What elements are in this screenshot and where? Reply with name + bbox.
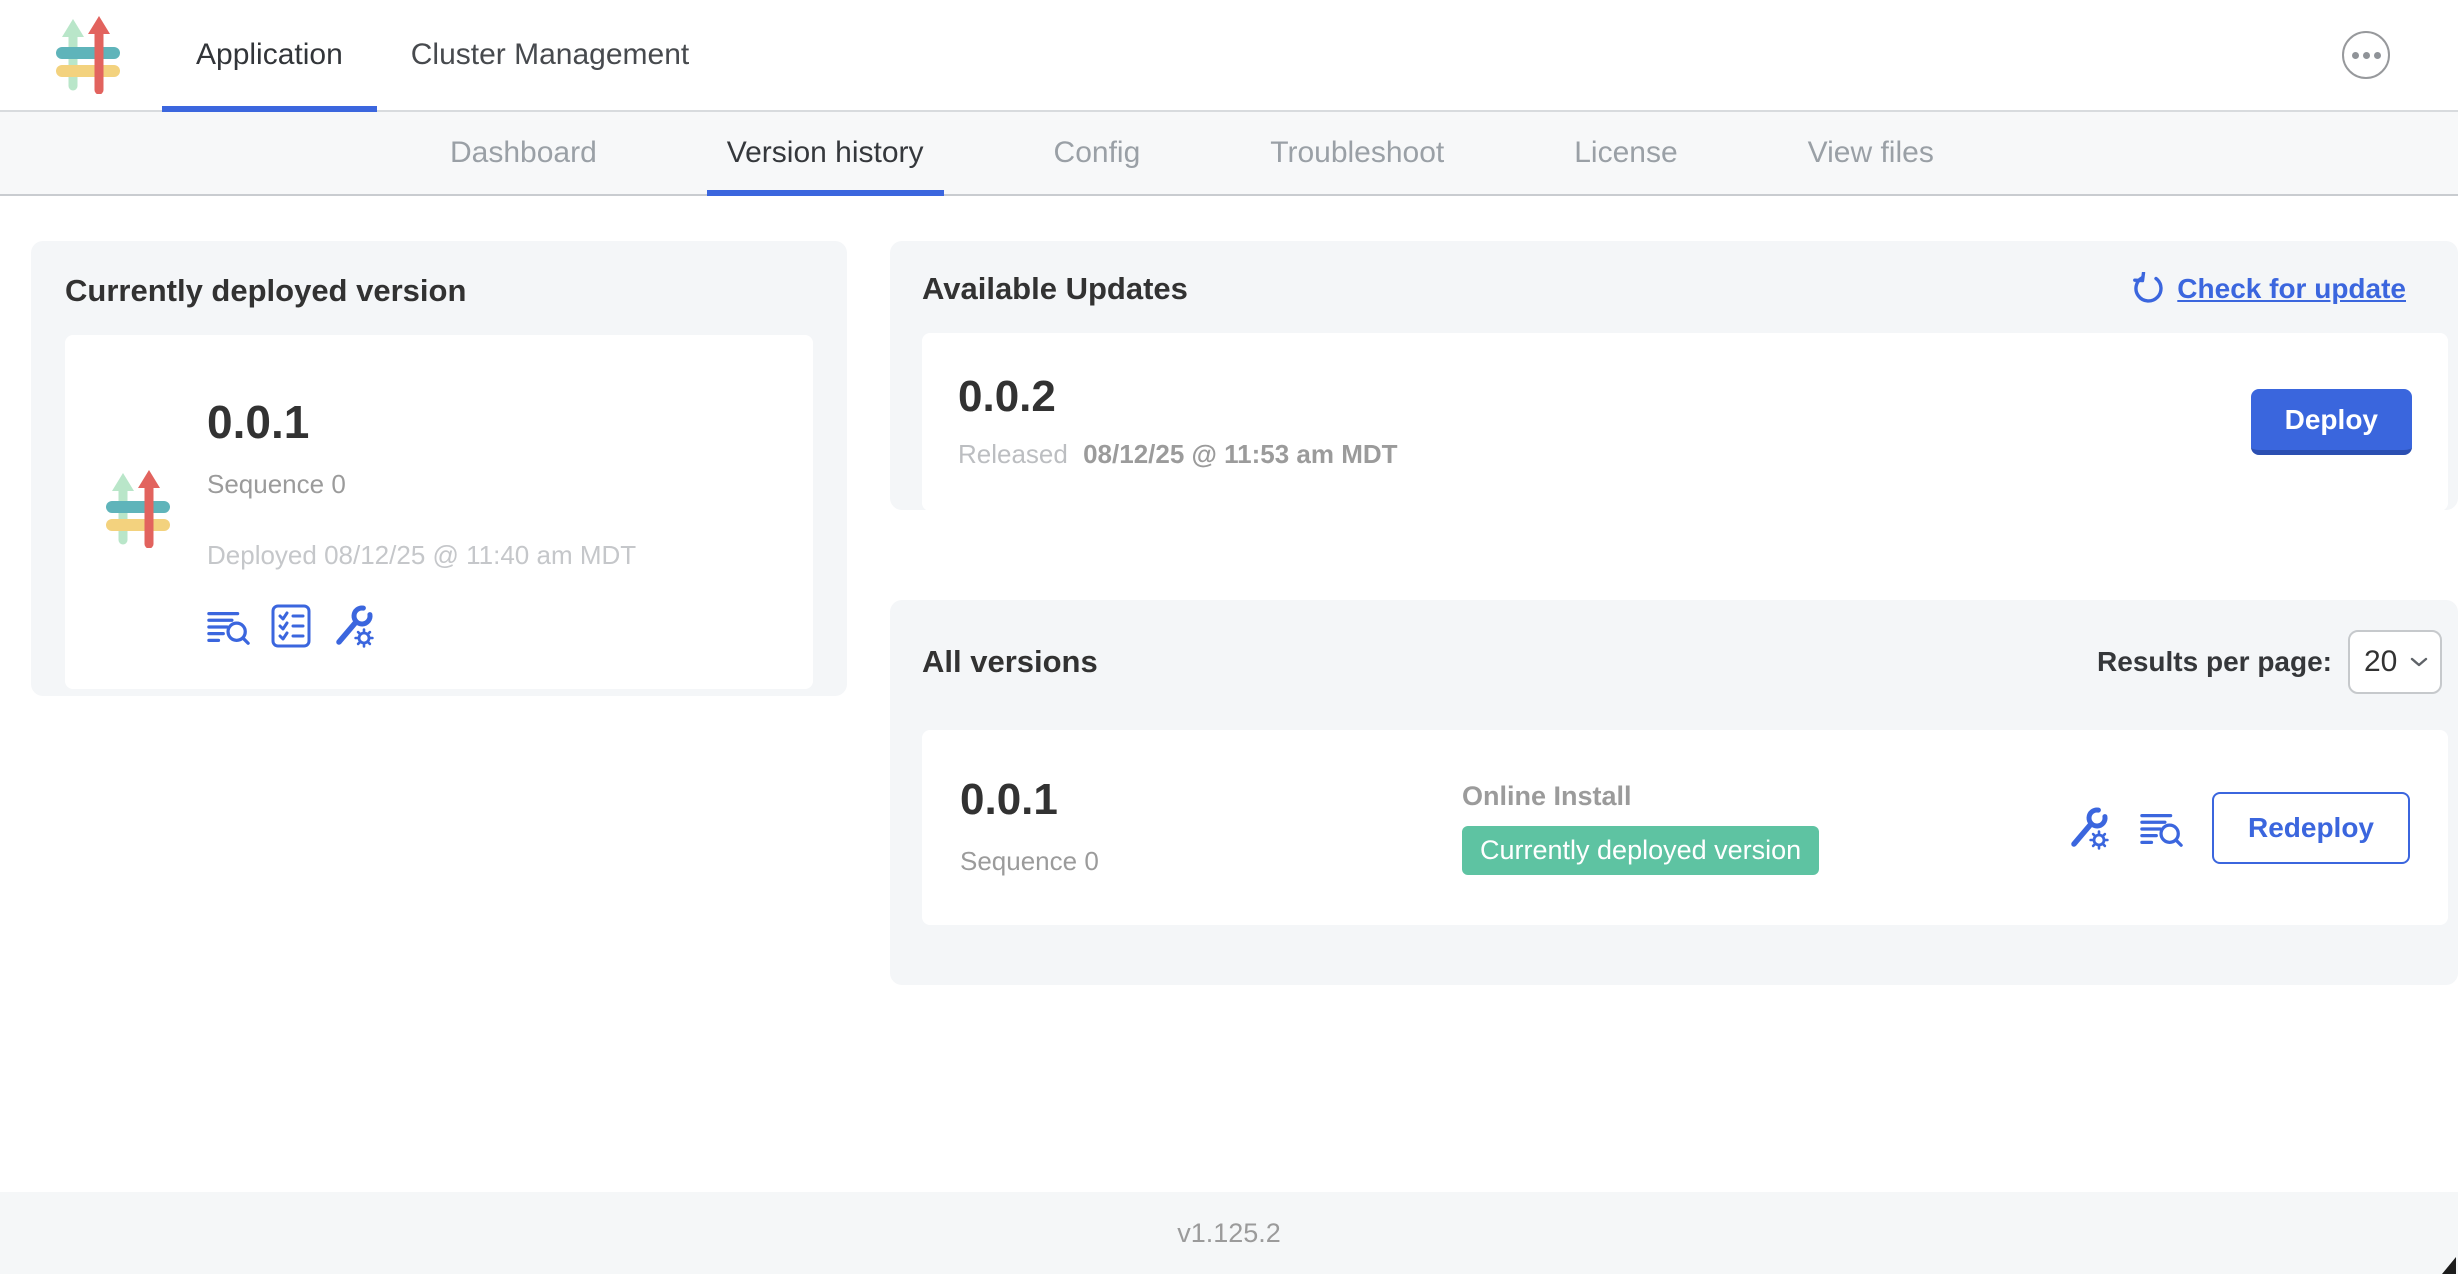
currently-deployed-badge: Currently deployed version bbox=[1462, 826, 1819, 875]
update-row: 0.0.2 Released 08/12/25 @ 11:53 am MDT D… bbox=[922, 333, 2448, 511]
available-updates-panel: Available Updates Check for update 0.0.2… bbox=[890, 241, 2458, 510]
app-level-tabs: Application Cluster Management bbox=[162, 0, 723, 110]
available-updates-title: Available Updates bbox=[922, 271, 1188, 307]
currently-deployed-panel: Currently deployed version 0.0.1 Sequenc… bbox=[31, 241, 847, 696]
version-row-status: Online Install Currently deployed versio… bbox=[1462, 781, 1819, 875]
app-window: Application Cluster Management Dashboard… bbox=[0, 0, 2458, 1274]
tab-cluster-management-label: Cluster Management bbox=[411, 38, 689, 72]
tab-troubleshoot[interactable]: Troubleshoot bbox=[1250, 112, 1464, 194]
all-versions-panel: All versions Results per page: 20 0.0.1 … bbox=[890, 600, 2458, 985]
deploy-button[interactable]: Deploy bbox=[2251, 389, 2412, 455]
all-versions-title: All versions bbox=[922, 644, 1098, 680]
results-per-page: Results per page: 20 bbox=[2097, 630, 2442, 694]
version-row-number: 0.0.1 bbox=[960, 778, 1462, 822]
version-row: 0.0.1 Sequence 0 Online Install Currentl… bbox=[922, 730, 2448, 925]
redeploy-button[interactable]: Redeploy bbox=[2212, 792, 2410, 864]
deployed-sequence: Sequence 0 bbox=[207, 469, 636, 500]
check-for-update-link[interactable]: Check for update bbox=[2131, 272, 2406, 306]
deployed-action-icons bbox=[207, 603, 636, 649]
version-row-sequence: Sequence 0 bbox=[960, 846, 1462, 877]
deployed-version-card: 0.0.1 Sequence 0 Deployed 08/12/25 @ 11:… bbox=[65, 335, 813, 689]
currently-deployed-title: Currently deployed version bbox=[65, 273, 813, 309]
edit-config-icon[interactable] bbox=[331, 603, 377, 649]
released-timestamp: 08/12/25 @ 11:53 am MDT bbox=[1083, 439, 1397, 469]
tab-cluster-management[interactable]: Cluster Management bbox=[377, 0, 723, 110]
tab-application-label: Application bbox=[196, 38, 343, 72]
check-for-update-label: Check for update bbox=[2177, 273, 2406, 305]
deployed-timestamp: Deployed 08/12/25 @ 11:40 am MDT bbox=[207, 540, 636, 571]
tab-version-history[interactable]: Version history bbox=[707, 112, 944, 194]
section-tabs: Dashboard Version history Config Trouble… bbox=[0, 112, 2458, 196]
deploy-logs-icon[interactable] bbox=[2140, 807, 2184, 849]
available-updates-header: Available Updates Check for update bbox=[922, 271, 2458, 307]
console-version: v1.125.2 bbox=[1177, 1218, 1281, 1249]
top-bar: Application Cluster Management bbox=[0, 0, 2458, 112]
released-prefix: Released bbox=[958, 439, 1068, 469]
all-versions-header: All versions Results per page: 20 bbox=[922, 630, 2458, 694]
refresh-icon bbox=[2131, 272, 2165, 306]
mouse-cursor bbox=[2442, 1257, 2456, 1274]
version-row-actions: Redeploy bbox=[2066, 792, 2410, 864]
app-logo-icon bbox=[55, 16, 121, 94]
tab-license[interactable]: License bbox=[1554, 112, 1697, 194]
results-per-page-value: 20 bbox=[2364, 645, 2397, 679]
deployed-version-number: 0.0.1 bbox=[207, 399, 636, 445]
update-version-number: 0.0.2 bbox=[958, 375, 1398, 419]
preflight-checks-icon[interactable] bbox=[271, 604, 311, 648]
ellipsis-icon bbox=[2352, 52, 2359, 59]
more-options-button[interactable] bbox=[2342, 31, 2390, 79]
update-info: 0.0.2 Released 08/12/25 @ 11:53 am MDT bbox=[958, 375, 1398, 470]
tab-view-files[interactable]: View files bbox=[1788, 112, 1954, 194]
footer: v1.125.2 bbox=[0, 1192, 2458, 1274]
chevron-down-icon bbox=[2410, 657, 2428, 667]
version-row-info: 0.0.1 Sequence 0 bbox=[960, 778, 1462, 877]
tab-application[interactable]: Application bbox=[162, 0, 377, 110]
tab-dashboard[interactable]: Dashboard bbox=[430, 112, 617, 194]
update-released-line: Released 08/12/25 @ 11:53 am MDT bbox=[958, 439, 1398, 470]
deploy-logs-icon[interactable] bbox=[207, 605, 251, 647]
edit-config-icon[interactable] bbox=[2066, 805, 2112, 851]
results-per-page-select[interactable]: 20 bbox=[2348, 630, 2442, 694]
install-type-label: Online Install bbox=[1462, 781, 1632, 812]
tab-config[interactable]: Config bbox=[1034, 112, 1161, 194]
app-logo-icon bbox=[105, 470, 171, 548]
deployed-version-info: 0.0.1 Sequence 0 Deployed 08/12/25 @ 11:… bbox=[207, 399, 636, 649]
results-per-page-label: Results per page: bbox=[2097, 646, 2332, 678]
